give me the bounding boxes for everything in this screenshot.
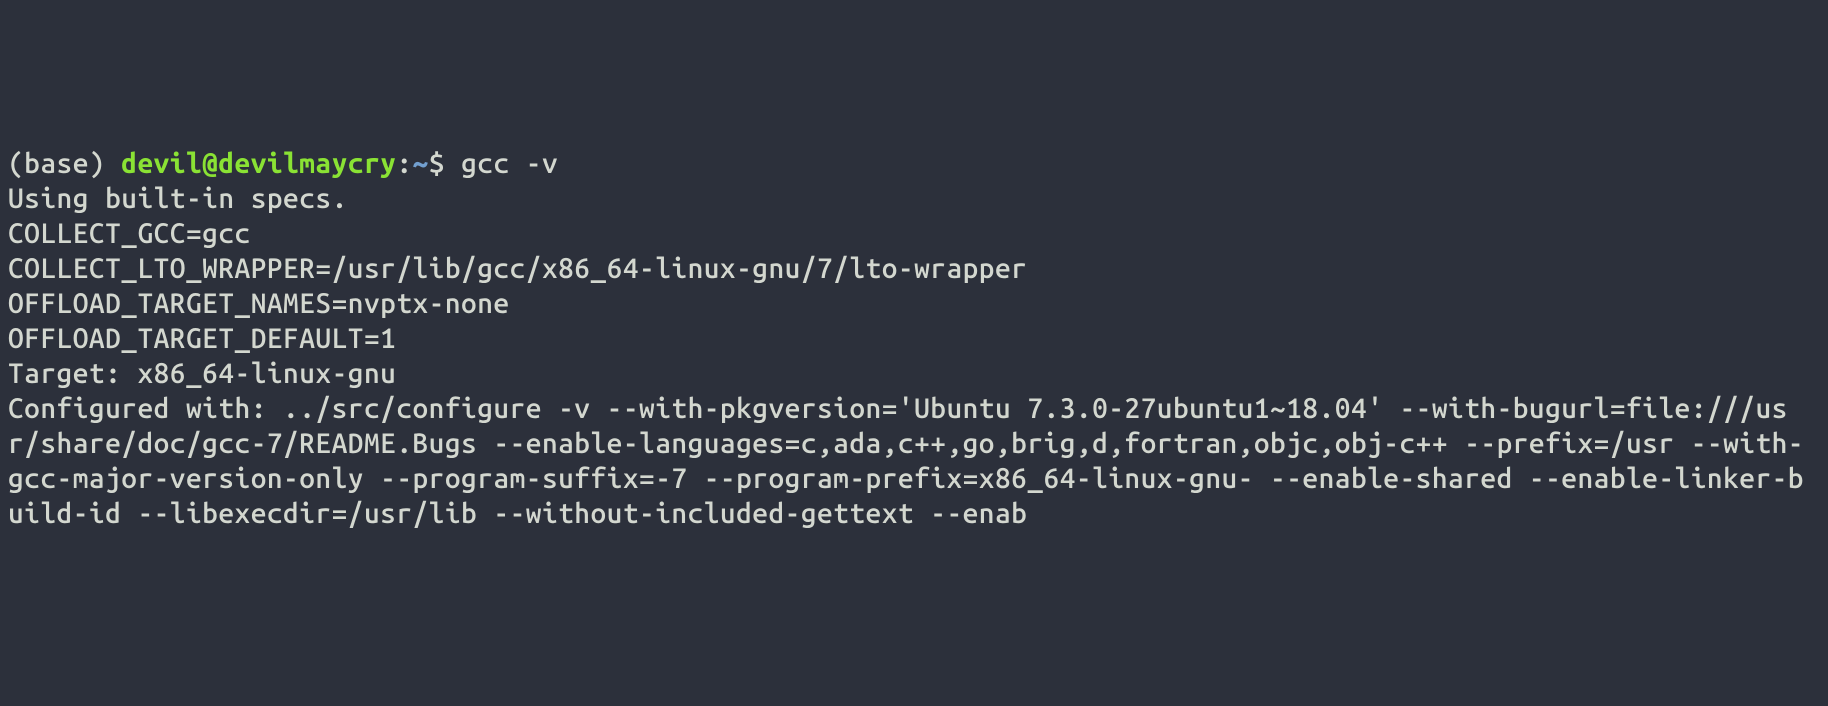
command-input[interactable]: gcc -v [461, 148, 558, 179]
terminal-output: Using built-in specs. COLLECT_GCC=gcc CO… [8, 181, 1820, 531]
prompt-line[interactable]: (base) devil@devilmaycry:~$ gcc -v [8, 146, 1820, 181]
prompt-dollar: $ [429, 148, 461, 179]
prompt-path: ~ [413, 148, 429, 179]
prompt-colon: : [396, 148, 412, 179]
prompt-user-host: devil@devilmaycry [121, 148, 396, 179]
prompt-env: (base) [8, 148, 121, 179]
